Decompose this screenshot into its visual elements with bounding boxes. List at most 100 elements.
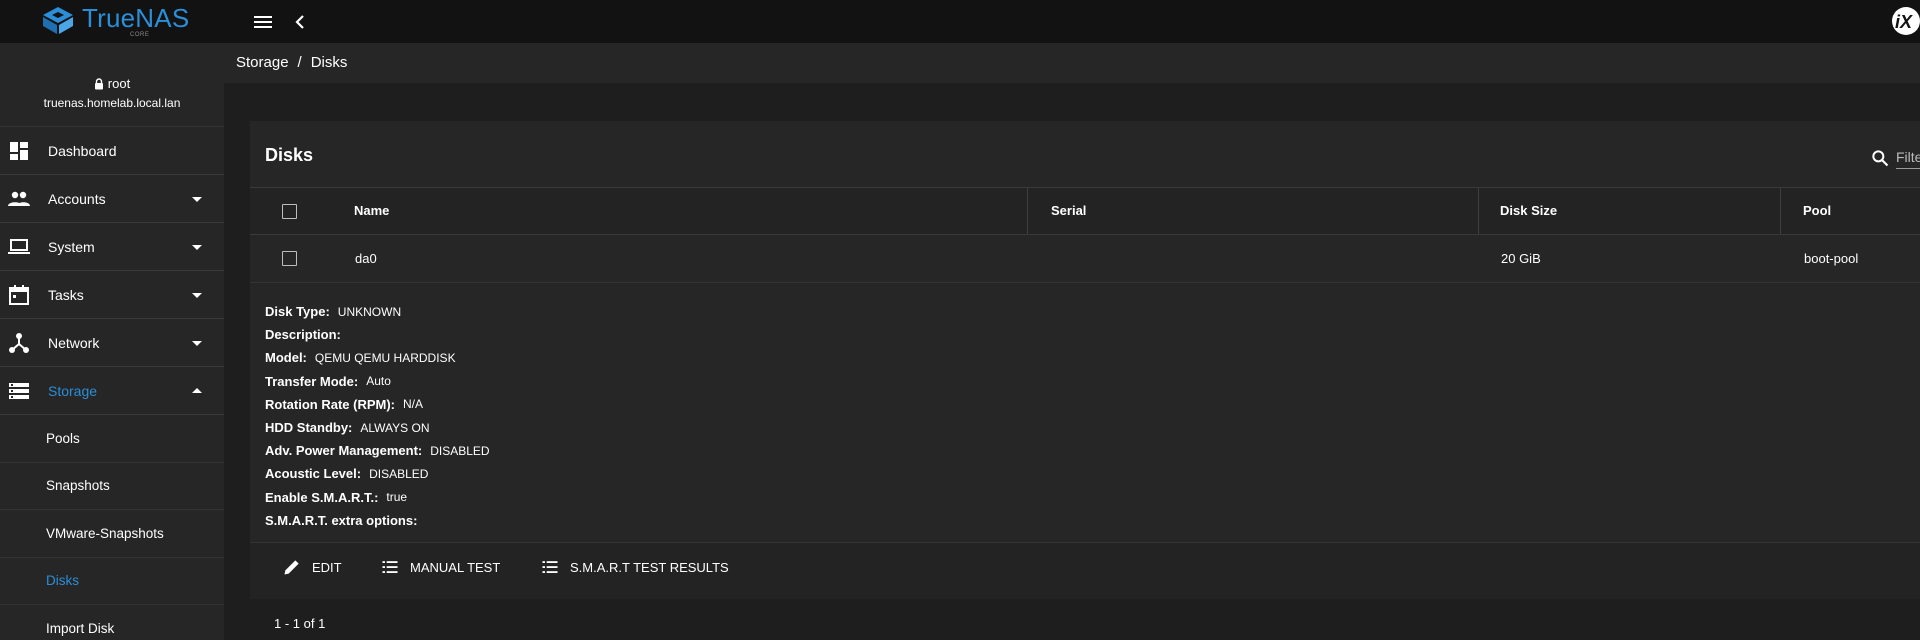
detail-row: Enable S.M.A.R.T.: true	[265, 486, 490, 509]
column-header-disk-size[interactable]: Disk Size	[1500, 203, 1557, 218]
cell-name: da0	[355, 251, 377, 266]
column-separator[interactable]	[1027, 188, 1028, 234]
breadcrumb-current: Disks	[310, 54, 348, 71]
sidebar-item-label: Storage	[48, 382, 98, 399]
edit-button[interactable]: EDIT	[282, 557, 342, 577]
user-name: root	[107, 76, 131, 91]
column-header-serial[interactable]: Serial	[1051, 203, 1086, 218]
edit-button-label: EDIT	[312, 559, 342, 575]
sidebar-item-network[interactable]: Network	[0, 319, 224, 367]
detail-label: HDD Standby:	[265, 420, 353, 436]
disk-details: Disk Type: UNKNOWN Description: Model: QEM…	[265, 300, 490, 532]
top-bar: TrueNAS CORE iX	[0, 0, 1920, 43]
pagination-range: 1 - 1 of 1	[274, 616, 326, 631]
detail-label: Enable S.M.A.R.T.:	[265, 489, 379, 505]
list-icon	[542, 561, 558, 573]
breadcrumb-parent[interactable]: Storage	[236, 54, 289, 71]
detail-label: Disk Type:	[265, 304, 330, 320]
detail-label: Description:	[265, 327, 341, 343]
breadcrumb-bar: Storage / Disks	[224, 43, 1920, 83]
manual-test-button[interactable]: MANUAL TEST	[380, 557, 500, 577]
breadcrumb-separator: /	[297, 54, 302, 71]
sidebar-subitem-label: Pools	[46, 430, 80, 446]
breadcrumb: Storage / Disks	[236, 54, 347, 71]
detail-value: DISABLED	[369, 466, 429, 481]
table-row[interactable]: da0 20 GiB boot-pool	[250, 235, 1920, 283]
caret-down-icon	[192, 341, 202, 346]
detail-row: Disk Type: UNKNOWN	[265, 300, 490, 323]
detail-label: Acoustic Level:	[265, 466, 362, 482]
svg-text:iX: iX	[1895, 12, 1913, 32]
detail-label: Adv. Power Management:	[265, 443, 423, 459]
detail-label: Model:	[265, 350, 307, 366]
caret-up-icon	[192, 388, 202, 393]
detail-value: true	[386, 490, 408, 505]
sidebar-item-accounts[interactable]: Accounts	[0, 175, 224, 223]
detail-row: Rotation Rate (RPM): N/A	[265, 393, 490, 416]
sidebar-item-tasks[interactable]: Tasks	[0, 271, 224, 319]
filter-input[interactable]	[1896, 146, 1920, 169]
detail-row: Transfer Mode: Auto	[265, 370, 490, 393]
dashboard-icon	[10, 142, 28, 160]
sidebar-item-label: System	[48, 238, 95, 255]
back-button[interactable]	[288, 10, 312, 34]
sidebar-subitem-label: Snapshots	[46, 478, 110, 494]
sidebar-item-system[interactable]: System	[0, 223, 224, 271]
ix-systems-logo[interactable]: iX	[1886, 6, 1920, 36]
cell-pool: boot-pool	[1804, 251, 1859, 266]
row-checkbox[interactable]	[282, 251, 297, 266]
detail-row: S.M.A.R.T. extra options:	[265, 509, 490, 532]
smart-test-results-button[interactable]: S.M.A.R.T TEST RESULTS	[540, 557, 729, 577]
detail-row: Description:	[265, 323, 490, 346]
sidebar-subitem-vmware-snapshots[interactable]: VMware-Snapshots	[0, 510, 224, 558]
detail-value: Auto	[366, 374, 391, 389]
detail-row: HDD Standby: ALWAYS ON	[265, 416, 490, 439]
detail-value: ALWAYS ON	[360, 420, 430, 435]
sidebar: root truenas.homelab.local.lan Dashboard…	[0, 43, 224, 640]
network-icon	[9, 333, 29, 353]
sidebar-item-dashboard[interactable]: Dashboard	[0, 127, 224, 175]
column-header-pool[interactable]: Pool	[1803, 203, 1831, 218]
ix-logo-icon: iX	[1892, 7, 1920, 35]
sidebar-subitem-import-disk[interactable]: Import Disk	[0, 605, 224, 640]
sidebar-item-label: Network	[48, 334, 100, 351]
sidebar-subitem-label: Disks	[46, 573, 79, 589]
people-icon	[8, 191, 30, 206]
column-header-name[interactable]: Name	[354, 203, 389, 218]
detail-value: UNKNOWN	[337, 304, 402, 319]
list-icon	[382, 561, 398, 573]
user-panel: root truenas.homelab.local.lan	[0, 43, 224, 127]
detail-value: N/A	[403, 397, 424, 412]
cell-disk-size: 20 GiB	[1501, 251, 1541, 266]
sidebar-item-storage[interactable]: Storage	[0, 367, 224, 415]
column-separator[interactable]	[1478, 188, 1479, 234]
laptop-icon	[8, 239, 30, 254]
detail-value: QEMU QEMU HARDDISK	[314, 350, 456, 365]
page-title: Disks	[265, 145, 314, 165]
table-header: Name Serial Disk Size Pool	[250, 187, 1920, 235]
brand-name: TrueNAS	[82, 3, 190, 33]
search-icon[interactable]	[1870, 148, 1890, 168]
detail-row: Adv. Power Management: DISABLED	[265, 439, 490, 462]
caret-down-icon	[192, 197, 202, 202]
detail-label: Rotation Rate (RPM):	[265, 396, 395, 412]
truenas-logo[interactable]: TrueNAS CORE	[40, 5, 189, 38]
sidebar-subitem-disks[interactable]: Disks	[0, 558, 224, 605]
pencil-icon	[284, 560, 299, 575]
sidebar-subitem-pools[interactable]: Pools	[0, 415, 224, 463]
menu-icon	[254, 16, 272, 28]
sidebar-subitem-snapshots[interactable]: Snapshots	[0, 463, 224, 510]
hostname: truenas.homelab.local.lan	[43, 96, 181, 110]
column-separator[interactable]	[1780, 188, 1781, 234]
chevron-left-icon	[295, 15, 304, 29]
detail-row: Model: QEMU QEMU HARDDISK	[265, 346, 490, 369]
menu-toggle-button[interactable]	[251, 10, 275, 34]
select-all-checkbox[interactable]	[282, 204, 297, 219]
disks-card: Disks Name Serial Disk Size Pool da0 20 …	[250, 121, 1920, 599]
detail-label: Transfer Mode:	[265, 373, 359, 389]
smart-test-results-button-label: S.M.A.R.T TEST RESULTS	[570, 559, 729, 575]
sidebar-item-label: Dashboard	[48, 142, 117, 159]
sidebar-subitem-label: Import Disk	[46, 620, 115, 636]
storage-icon	[9, 383, 29, 399]
lock-icon	[94, 77, 103, 89]
